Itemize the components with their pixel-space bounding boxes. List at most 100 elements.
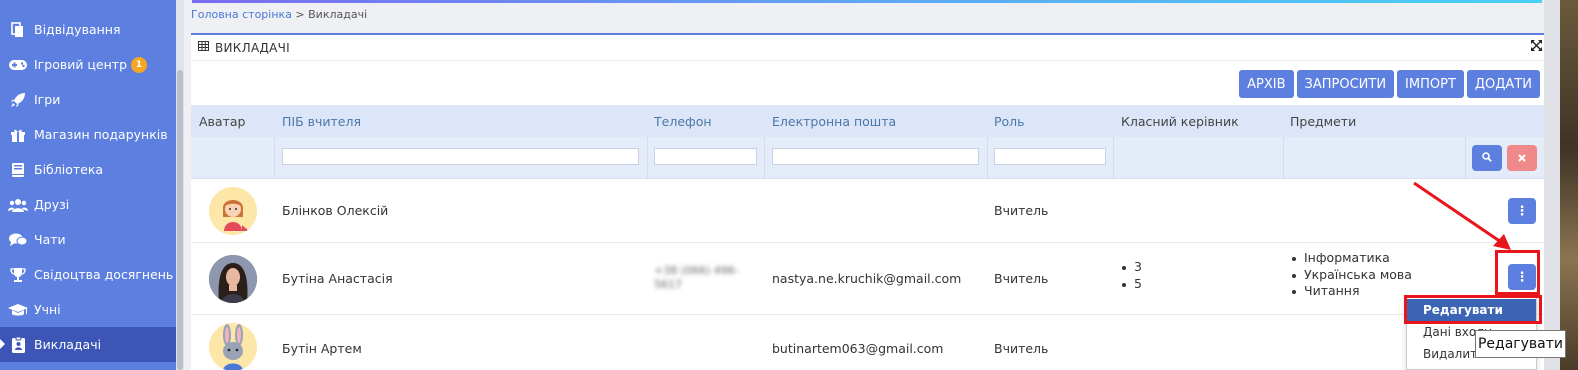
teacher-role: Вчитель — [994, 203, 1049, 218]
column-divider — [647, 137, 648, 179]
id-badge-icon — [0, 336, 34, 353]
panel-title: ВИКЛАДАЧІ — [215, 40, 291, 55]
sidebar-scrollbar[interactable] — [176, 0, 184, 370]
teacher-name: Бутіна Анастасія — [282, 271, 393, 286]
table-row: Блінков Олексій Вчитель ⋮ — [191, 179, 1544, 243]
teacher-name: Бутін Артем — [282, 341, 362, 356]
highlight-box — [1404, 295, 1542, 324]
clear-filter-button[interactable] — [1507, 145, 1537, 171]
column-header-role[interactable]: Роль — [994, 114, 1025, 129]
import-button[interactable]: ІМПОРТ — [1397, 70, 1464, 98]
sidebar-item-game-center[interactable]: Ігровий центр 1 — [0, 47, 176, 82]
gift-icon — [0, 127, 34, 143]
breadcrumb-home-link[interactable]: Головна сторінка — [191, 8, 292, 21]
email-filter-input[interactable] — [772, 148, 979, 165]
search-icon — [1482, 151, 1492, 166]
filter-row — [191, 137, 1544, 179]
teachers-panel: ВИКЛАДАЧІ АРХІВ ЗАПРОСИТИ ІМПОРТ ДОДАТИ … — [191, 33, 1544, 370]
teacher-role: Вчитель — [994, 271, 1049, 286]
list-item: 5 — [1120, 276, 1142, 293]
column-header-subjects: Предмети — [1290, 114, 1357, 129]
table-row: Бутіна Анастасія +38 (066) 496-5617 nast… — [191, 243, 1544, 315]
avatar — [209, 187, 257, 235]
trophy-icon — [0, 267, 34, 283]
sidebar-item-friends[interactable]: Друзі — [0, 187, 176, 222]
sidebar-item-gift-shop[interactable]: Магазин подарунків — [0, 117, 176, 152]
sidebar-item-students[interactable]: Учні — [0, 292, 176, 327]
file-copy-icon — [0, 21, 34, 38]
sidebar-item-label: Ігровий центр — [34, 57, 128, 72]
column-header-phone[interactable]: Телефон — [654, 114, 712, 129]
sidebar-item-attendance[interactable]: Відвідування — [0, 12, 176, 47]
sidebar-item-chats[interactable]: Чати — [0, 222, 176, 257]
breadcrumb: Головна сторінка > Викладачі — [191, 8, 367, 21]
sidebar-item-label: Відвідування — [34, 22, 121, 37]
teacher-email: nastya.ne.kruchik@gmail.com — [772, 271, 962, 286]
archive-button[interactable]: АРХІВ — [1239, 70, 1294, 98]
book-icon — [0, 162, 34, 178]
sidebar-item-library[interactable]: Бібліотека — [0, 152, 176, 187]
column-header-class-teacher: Класний керівник — [1121, 114, 1239, 129]
tooltip: Редагувати — [1475, 330, 1566, 358]
list-item: Українська мова — [1290, 267, 1412, 284]
top-accent-bar — [192, 0, 1542, 3]
table-icon — [198, 40, 209, 55]
toolbar: АРХІВ ЗАПРОСИТИ ІМПОРТ ДОДАТИ — [1239, 70, 1540, 98]
teacher-name: Блінков Олексій — [282, 203, 389, 218]
class-list: 3 5 — [1120, 259, 1142, 292]
sidebar-item-label: Бібліотека — [34, 162, 104, 177]
column-header-email[interactable]: Електронна пошта — [772, 114, 896, 129]
users-icon — [0, 198, 34, 212]
subject-list: Інформатика Українська мова Читання — [1290, 250, 1412, 300]
column-divider — [764, 137, 765, 179]
column-divider — [987, 137, 988, 179]
highlight-box — [1495, 250, 1540, 295]
sidebar-item-label: Учні — [34, 302, 61, 317]
panel-header: ВИКЛАДАЧІ — [191, 35, 1544, 61]
role-filter-input[interactable] — [994, 148, 1106, 165]
teacher-role: Вчитель — [994, 341, 1049, 356]
avatar — [209, 323, 257, 370]
invite-button[interactable]: ЗАПРОСИТИ — [1296, 70, 1395, 98]
background-image-edge — [1560, 0, 1578, 370]
sidebar-item-label: Свідоцтва досягнень — [34, 267, 174, 282]
name-filter-input[interactable] — [282, 148, 639, 165]
breadcrumb-separator: > — [291, 8, 309, 21]
sidebar-item-label: Магазин подарунків — [34, 127, 168, 142]
notification-badge: 1 — [131, 56, 148, 73]
search-button[interactable] — [1472, 145, 1502, 171]
list-item: 3 — [1120, 259, 1142, 276]
add-button[interactable]: ДОДАТИ — [1466, 70, 1540, 98]
chat-icon — [0, 233, 34, 247]
expand-icon[interactable] — [1531, 40, 1542, 55]
sidebar-item-games[interactable]: Ігри — [0, 82, 176, 117]
sidebar-item-teachers[interactable]: Викладачі — [0, 327, 176, 362]
column-divider — [274, 137, 275, 179]
list-item: Інформатика — [1290, 250, 1412, 267]
sidebar-item-label: Ігри — [34, 92, 61, 107]
table-header: Аватар ПІБ вчителя Телефон Електронна по… — [191, 105, 1544, 137]
sidebar: Відвідування Ігровий центр 1 Ігри Магази… — [0, 0, 176, 370]
column-divider — [1283, 137, 1284, 179]
column-header-name[interactable]: ПІБ вчителя — [282, 114, 361, 129]
list-item: Читання — [1290, 283, 1412, 300]
sidebar-item-label: Викладачі — [34, 337, 102, 352]
scrollbar-thumb[interactable] — [177, 70, 183, 370]
active-indicator — [0, 339, 5, 349]
sidebar-item-label: Чати — [34, 232, 66, 247]
sidebar-item-achievements[interactable]: Свідоцтва досягнень — [0, 257, 176, 292]
graduation-cap-icon — [0, 303, 34, 317]
annotation-arrow — [1413, 181, 1511, 250]
teacher-email: butinartem063@gmail.com — [772, 341, 944, 356]
sidebar-item-label: Друзі — [34, 197, 70, 212]
column-header-avatar: Аватар — [199, 114, 246, 129]
avatar — [209, 255, 257, 303]
teacher-phone: +38 (066) 496-5617 — [654, 264, 739, 291]
rocket-icon — [0, 92, 34, 108]
gamepad-icon — [0, 59, 34, 71]
column-divider — [1113, 137, 1114, 179]
close-icon — [1518, 151, 1526, 166]
phone-filter-input[interactable] — [654, 148, 757, 165]
breadcrumb-current: Викладачі — [308, 8, 368, 21]
column-divider — [1465, 137, 1466, 179]
